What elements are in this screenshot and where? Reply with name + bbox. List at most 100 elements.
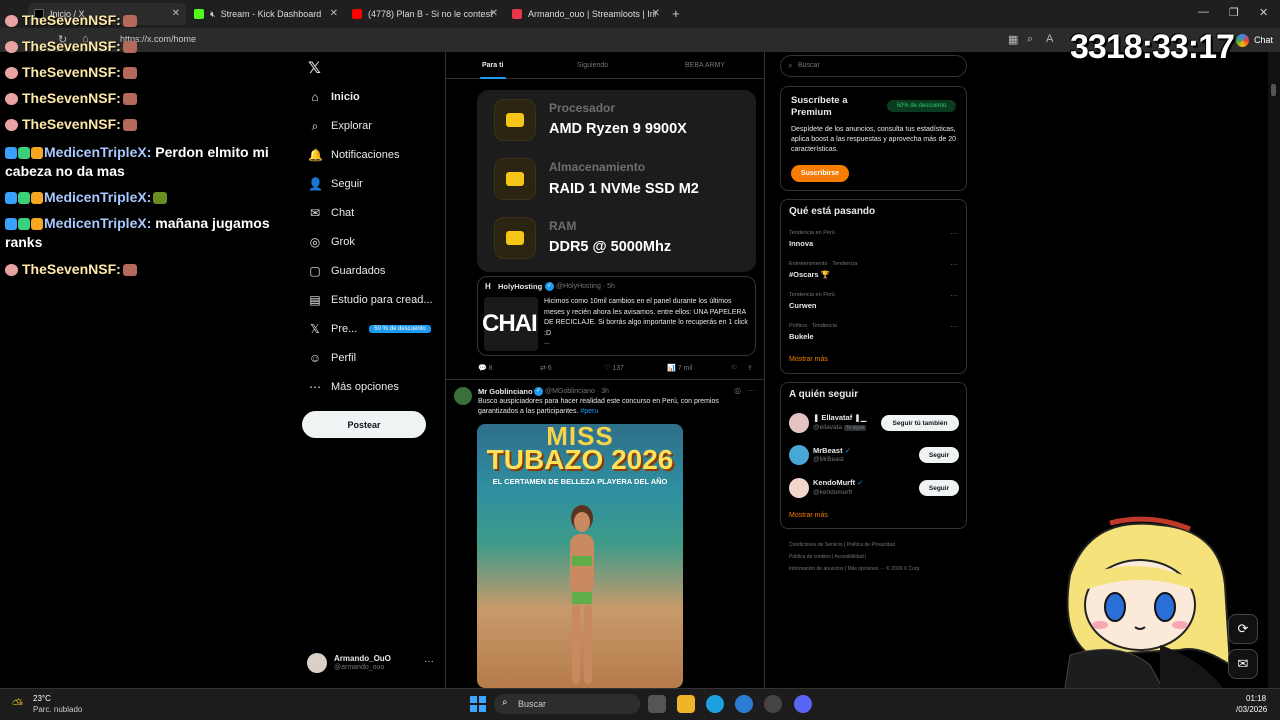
mail-side-button[interactable]: ✉	[1228, 649, 1258, 679]
tab-para-ti[interactable]: Para ti	[482, 62, 503, 69]
close-window-button[interactable]: ✕	[1259, 6, 1268, 19]
new-tab-button[interactable]: +	[672, 6, 680, 21]
tab-title: (4778) Plan B - Si no le contesto fi	[368, 9, 493, 19]
follow-name[interactable]: ❚ Ellavataf ❚▁	[813, 413, 866, 422]
share-button[interactable]: ⇪	[747, 364, 753, 372]
chat-username: TheSevenNSF:	[22, 12, 121, 28]
nav-explorar[interactable]: ⌕ Explorar	[308, 116, 372, 136]
tab-youtube[interactable]: (4778) Plan B - Si no le contesto fi ✕	[346, 3, 504, 25]
ram-icon	[494, 217, 536, 259]
footer-links[interactable]: Información de anuncios | Más opciones ·…	[789, 566, 921, 572]
views-count[interactable]: 📊 7 mil	[667, 364, 692, 372]
cat-emote-icon	[122, 15, 137, 28]
like-button[interactable]: ♡ 137	[604, 364, 624, 372]
pig-emote-icon	[5, 93, 18, 106]
follow-avatar[interactable]	[789, 413, 809, 433]
nav-seguir[interactable]: 👤 Seguir	[308, 174, 363, 194]
nav-chat[interactable]: ✉ Chat	[308, 203, 354, 223]
trend-more-icon[interactable]: ···	[950, 322, 958, 331]
tab-kick-dashboard[interactable]: 🔇︎ Stream - Kick Dashboard ✕	[188, 3, 344, 25]
poster-subtitle: EL CERTAMEN DE BELLEZA PLAYERA DEL AÑO	[492, 477, 668, 486]
account-avatar[interactable]	[307, 653, 327, 673]
page-scrollbar[interactable]	[1268, 52, 1280, 688]
nav-premium[interactable]: 𝕏 Pre... 50 % de descuento	[308, 319, 431, 339]
weather-description[interactable]: Parc. nublado	[33, 705, 82, 714]
copilot-icon[interactable]	[1236, 34, 1249, 47]
post-author-name[interactable]: Mr Goblinciano	[478, 387, 533, 396]
subscribe-button[interactable]: Suscribirse	[791, 165, 849, 182]
extension-icon[interactable]: ▦	[1008, 33, 1018, 46]
nav-perfil[interactable]: ☺ Perfil	[308, 348, 356, 368]
chat-message: MedicenTripleX: mañana jugamos	[5, 214, 270, 233]
trend-more-icon[interactable]: ···	[950, 291, 958, 300]
tab-siguiendo[interactable]: Siguiendo	[577, 62, 608, 69]
nav-inicio[interactable]: ⌂ Inicio	[308, 87, 359, 107]
post-author-handle: @MGoblinciano · 3h	[545, 388, 609, 395]
nav-guardados[interactable]: ▢ Guardados	[308, 261, 385, 281]
grok-icon[interactable]: ◎	[734, 386, 741, 395]
clock-date[interactable]: /03/2026	[1236, 705, 1267, 714]
close-tab-icon[interactable]: ✕	[172, 8, 180, 19]
follow-button[interactable]: Seguir	[919, 480, 959, 496]
account-more-icon[interactable]: ···	[424, 656, 434, 667]
show-more-follow-link[interactable]: Mostrar más	[789, 512, 828, 519]
nav-notificaciones[interactable]: 🔔 Notificaciones	[308, 145, 399, 165]
obs-icon[interactable]	[764, 695, 782, 713]
nav-estudio[interactable]: ▤ Estudio para cread...	[308, 290, 432, 310]
follow-avatar[interactable]	[789, 478, 809, 498]
reply-button[interactable]: 💬 8	[478, 364, 493, 372]
follow-button[interactable]: Seguir	[919, 447, 959, 463]
x-logo-icon[interactable]: 𝕏	[308, 58, 321, 78]
refresh-side-button[interactable]: ⟳	[1228, 614, 1258, 644]
post-button[interactable]: Postear	[302, 411, 426, 438]
zoom-icon[interactable]: ⌕	[1027, 33, 1033, 46]
weather-temperature[interactable]: 23°C	[33, 694, 51, 703]
follow-avatar[interactable]	[789, 445, 809, 465]
browser-chat-button[interactable]: Chat	[1254, 35, 1273, 45]
follow-name[interactable]: MrBeast ✓	[813, 446, 851, 455]
taskbar-search-input[interactable]	[494, 694, 640, 714]
nav-mas-opciones[interactable]: ⋯ Más opciones	[308, 377, 399, 397]
clock-time[interactable]: 01:18	[1246, 694, 1266, 703]
trend-more-icon[interactable]: ···	[950, 260, 958, 269]
close-tab-icon[interactable]: ✕	[652, 8, 660, 19]
footer-links[interactable]: Política de cookies | Accesibilidad |	[789, 554, 866, 560]
bookmark-button[interactable]: ⚐	[731, 364, 737, 372]
tab-beba-army[interactable]: BEBA ARMY	[685, 62, 725, 69]
close-tab-icon[interactable]: ✕	[330, 8, 338, 19]
windows-start-icon[interactable]	[470, 696, 486, 712]
retweet-button[interactable]: ⇄ 6	[540, 364, 552, 372]
post-more-icon[interactable]: ···	[747, 386, 755, 395]
scrollbar-thumb[interactable]	[1271, 84, 1276, 96]
trend-more-icon[interactable]: ···	[950, 229, 958, 238]
show-more-trends-link[interactable]: Mostrar más	[789, 356, 828, 363]
follow-name[interactable]: KendoMurft ✓	[813, 478, 863, 487]
read-aloud-icon[interactable]: A	[1046, 33, 1053, 45]
file-explorer-icon[interactable]	[677, 695, 695, 713]
og-badge-icon	[18, 218, 30, 231]
hashtag-link[interactable]: #peru	[580, 408, 598, 415]
account-name[interactable]: Armando_OuO	[334, 654, 391, 663]
weather-cloud-sun-icon[interactable]: ⛅︎	[12, 696, 23, 713]
follow-back-button[interactable]: Seguir tú también	[881, 415, 959, 431]
rank-one-badge-icon	[31, 192, 43, 205]
trend-item[interactable]: Innova	[789, 239, 813, 248]
rank-one-badge-icon	[31, 218, 43, 231]
task-view-icon[interactable]	[648, 695, 666, 713]
footer-links[interactable]: Condiciones de Servicio | Política de Pr…	[789, 542, 895, 548]
close-tab-icon[interactable]: ✕	[490, 8, 498, 19]
edge-browser-icon[interactable]	[706, 695, 724, 713]
trend-item[interactable]: Bukele	[789, 332, 814, 341]
nav-label: Notificaciones	[331, 149, 400, 161]
trend-item[interactable]: Curwen	[789, 301, 817, 310]
maximize-button[interactable]: ❐	[1229, 6, 1239, 19]
poster-title: TUBAZO 2026	[486, 444, 674, 475]
edge-alt-icon[interactable]	[735, 695, 753, 713]
minimize-button[interactable]: —	[1198, 6, 1209, 18]
nav-grok[interactable]: ◎ Grok	[308, 232, 355, 252]
trend-item[interactable]: #Oscars 🏆	[789, 270, 830, 279]
discord-icon[interactable]	[794, 695, 812, 713]
tab-streamloots[interactable]: Armando_ouo | Streamloots | Inte ✕	[506, 3, 666, 25]
post-avatar[interactable]	[454, 387, 472, 405]
quote-author-name[interactable]: HolyHosting	[498, 282, 542, 291]
